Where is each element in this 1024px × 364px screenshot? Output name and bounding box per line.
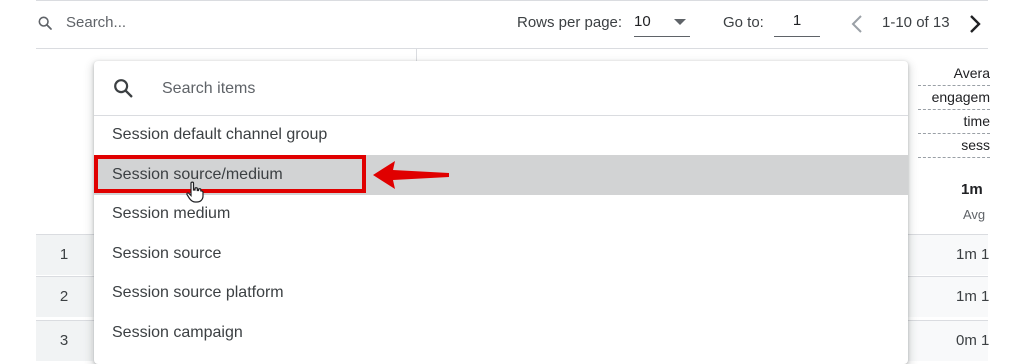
metric-total-sub: Avg xyxy=(963,207,986,222)
metric-header-line: time xyxy=(918,110,990,134)
dropdown-item-source-platform[interactable]: Session source platform xyxy=(94,273,908,313)
search-items-input[interactable] xyxy=(160,73,864,105)
row-value: 1m 1 xyxy=(956,246,990,263)
pagination-range: 1-10 of 13 xyxy=(882,14,950,31)
search-icon xyxy=(112,77,134,104)
dropdown-item-campaign[interactable]: Session campaign xyxy=(94,313,908,353)
metric-header-line: engagem xyxy=(918,86,990,110)
goto-label: Go to: xyxy=(723,14,764,31)
rows-per-page-value: 10 xyxy=(634,13,651,30)
hand-cursor-icon xyxy=(186,181,204,208)
top-divider xyxy=(36,0,988,1)
rows-per-page-label: Rows per page: xyxy=(517,14,623,31)
metric-total: 1m xyxy=(961,181,983,198)
highlight-box xyxy=(94,155,366,193)
row-value: 0m 1 xyxy=(956,332,990,349)
metric-header-line: sess xyxy=(918,134,990,158)
metric-header-line: Avera xyxy=(918,62,990,86)
arrow-left-icon xyxy=(373,160,449,195)
goto-input[interactable]: 1 xyxy=(774,12,820,37)
row-number: 3 xyxy=(36,321,92,361)
chevron-left-icon[interactable] xyxy=(850,14,864,39)
rows-per-page-select[interactable]: 10 xyxy=(634,12,690,37)
metric-column-header[interactable]: Avera engagem time sess xyxy=(918,62,990,158)
dropdown-search xyxy=(94,61,908,116)
dimension-dropdown: Session default channel group Session so… xyxy=(94,61,908,364)
row-number: 2 xyxy=(36,277,92,317)
row-value: 1m 1 xyxy=(956,288,990,305)
dropdown-item-medium[interactable]: Session medium xyxy=(94,194,908,234)
dropdown-item-default-channel-group[interactable]: Session default channel group xyxy=(94,115,908,155)
search-icon xyxy=(37,15,53,36)
caret-down-icon xyxy=(674,19,686,25)
dropdown-item-source[interactable]: Session source xyxy=(94,234,908,274)
table-search-input[interactable]: Search... xyxy=(66,14,126,31)
table-toolbar: Search... Rows per page: 10 Go to: 1 1-1… xyxy=(0,0,1024,48)
row-number: 1 xyxy=(36,235,92,275)
chevron-right-icon[interactable] xyxy=(968,14,982,39)
